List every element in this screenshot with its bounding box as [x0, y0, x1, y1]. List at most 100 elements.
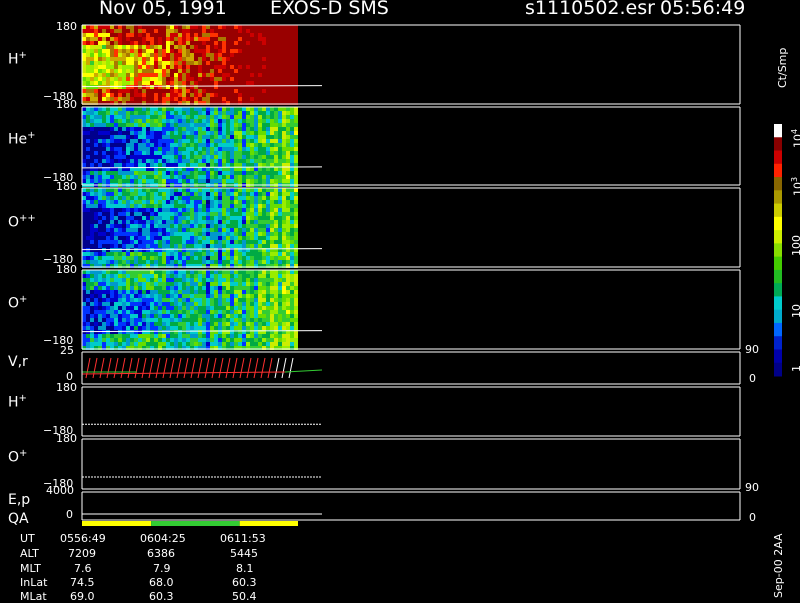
spectrogram-cell — [146, 306, 150, 310]
spectrogram-cell — [282, 159, 286, 163]
spectrogram-cell — [106, 208, 110, 212]
spectrogram-cell — [198, 175, 202, 179]
spectrogram-cell — [274, 188, 278, 192]
spectrogram-cell — [274, 318, 278, 322]
spectrogram-cell — [110, 73, 114, 77]
spectrogram-cell — [138, 260, 142, 264]
spectrogram-cell — [178, 73, 182, 77]
spectrogram-cell — [170, 188, 174, 192]
spectrogram-cell — [294, 260, 298, 264]
spectrogram-cell — [190, 298, 194, 302]
spectrogram-cell — [290, 131, 294, 135]
spectrogram-cell — [102, 274, 106, 278]
spectrogram-cell — [262, 41, 266, 45]
spectrogram-cell — [178, 338, 182, 342]
spectrogram-cell — [290, 338, 294, 342]
spectrogram-cell — [158, 256, 162, 260]
spectrogram-cell — [170, 326, 174, 330]
velocity-vector — [246, 357, 252, 379]
spectrogram-cell — [222, 306, 226, 310]
spectrogram-cell — [186, 200, 190, 204]
spectrogram-cell — [250, 302, 254, 306]
spectrogram-cell — [202, 73, 206, 77]
spectrogram-cell — [282, 49, 286, 53]
spectrogram-cell — [162, 306, 166, 310]
spectrogram-cell — [178, 306, 182, 310]
spectrogram-cell — [126, 131, 130, 135]
spectrogram-cell — [190, 151, 194, 155]
spectrogram-cell — [214, 306, 218, 310]
spectrogram-cell — [278, 139, 282, 143]
spectrogram-cell — [162, 97, 166, 101]
spectrogram-cell — [158, 216, 162, 220]
spectrogram-cell — [106, 322, 110, 326]
spectrogram-cell — [130, 85, 134, 89]
spectrogram-cell — [250, 93, 254, 97]
spectrogram-cell — [126, 81, 130, 85]
spectrogram-cell — [146, 155, 150, 159]
spectrogram-cell — [222, 139, 226, 143]
spectrogram-cell — [266, 175, 270, 179]
spectrogram-cell — [282, 123, 286, 127]
spectrogram-cell — [134, 196, 138, 200]
spectrogram-cell — [122, 212, 126, 216]
spectrogram-cell — [110, 270, 114, 274]
spectrogram-cell — [226, 151, 230, 155]
spectrogram-cell — [258, 69, 262, 73]
spectrogram-cell — [274, 298, 278, 302]
spectrogram-cell — [198, 65, 202, 69]
spectrogram-cell — [230, 326, 234, 330]
spectrogram-cell — [226, 139, 230, 143]
spectrogram-cell — [126, 228, 130, 232]
spectrogram-cell — [250, 244, 254, 248]
spectrogram-cell — [186, 256, 190, 260]
spectrogram-cell — [154, 302, 158, 306]
spectrogram-cell — [162, 318, 166, 322]
spectrogram-cell — [170, 139, 174, 143]
spectrogram-cell — [114, 290, 118, 294]
spectrogram-cell — [238, 171, 242, 175]
spectrogram-cell — [198, 290, 202, 294]
spectrogram-cell — [142, 232, 146, 236]
spectrogram-cell — [238, 192, 242, 196]
spectrogram-cell — [218, 208, 222, 212]
spectrogram-cell — [130, 244, 134, 248]
spectrogram-cell — [274, 270, 278, 274]
spectrogram-cell — [174, 232, 178, 236]
spectrogram-cell — [198, 248, 202, 252]
spectrogram-cell — [238, 143, 242, 147]
spectrogram-cell — [286, 143, 290, 147]
footer-c1-alt: 6386 — [147, 547, 175, 560]
spectrogram-cell — [118, 143, 122, 147]
spectrogram-cell — [122, 290, 126, 294]
spectrogram-cell — [258, 212, 262, 216]
spectrogram-cell — [146, 318, 150, 322]
spectrogram-cell — [202, 256, 206, 260]
spectrogram-cell — [90, 338, 94, 342]
spectrogram-cell — [206, 93, 210, 97]
spectrogram-cell — [214, 89, 218, 93]
spectrogram-cell — [94, 224, 98, 228]
spectrogram-cell — [266, 29, 270, 33]
spectrogram-cell — [222, 342, 226, 346]
spectrogram-cell — [294, 57, 298, 61]
spectrogram-cell — [154, 143, 158, 147]
spectrogram-cell — [98, 159, 102, 163]
spectrogram-cell — [154, 119, 158, 123]
spectrogram-cell — [258, 342, 262, 346]
spectrogram-cell — [198, 192, 202, 196]
spectrogram-cell — [294, 274, 298, 278]
spectrogram-cell — [186, 127, 190, 131]
spectrogram-cell — [142, 334, 146, 338]
spectrogram-cell — [86, 155, 90, 159]
spectrogram-cell — [174, 93, 178, 97]
spectrogram-cell — [226, 163, 230, 167]
spectrogram-cell — [86, 81, 90, 85]
rtick-p7-top: 90 — [745, 481, 759, 494]
spectrogram-cell — [102, 314, 106, 318]
spectrogram-cell — [186, 302, 190, 306]
spectrogram-cell — [142, 111, 146, 115]
spectrogram-cell — [206, 175, 210, 179]
spectrogram-cell — [278, 115, 282, 119]
spectrogram-cell — [286, 77, 290, 81]
